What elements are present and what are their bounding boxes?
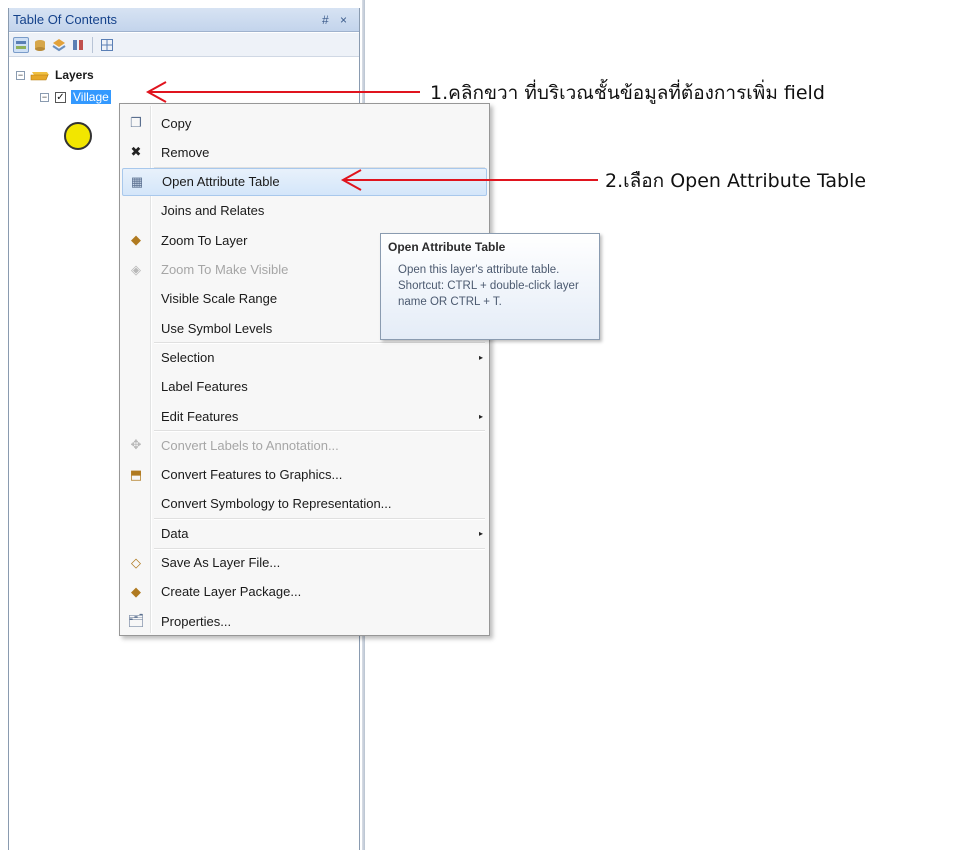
menu-item-create-layer-package[interactable]: ◆ Create Layer Package...	[122, 578, 487, 606]
menu-item-label: Use Symbol Levels	[161, 320, 273, 336]
list-by-selection-icon[interactable]	[70, 37, 86, 53]
remove-icon: ✖	[130, 144, 142, 160]
menu-item-label: Convert Symbology to Representation...	[161, 496, 392, 512]
layers-folder-icon	[30, 72, 49, 81]
list-by-source-icon[interactable]	[32, 37, 48, 53]
menu-item-remove[interactable]: ✖ Remove	[122, 138, 487, 166]
step2-annotation: 2.เลือก Open Attribute Table	[605, 170, 867, 192]
convert-labels-icon: ✥	[130, 437, 142, 453]
menu-item-label: Zoom To Layer	[161, 232, 248, 248]
toc-toolbar	[9, 33, 359, 57]
menu-item-open-attribute-table[interactable]: ▦ Open Attribute Table	[122, 167, 487, 196]
step1-annotation: 1.คลิกขวา ที่บริเวณชั้นข้อมูลที่ต้องการเ…	[430, 82, 825, 104]
menu-item-copy[interactable]: ❐ Copy	[122, 109, 487, 137]
convert-features-icon: ⬒	[129, 466, 143, 482]
save-layer-file-icon: ◇	[131, 554, 141, 570]
menu-item-label: Properties...	[161, 613, 232, 629]
layer-package-icon: ◆	[131, 583, 141, 599]
village-visibility-checkbox[interactable]: ✓	[55, 91, 66, 103]
toc-title: Table Of Contents	[13, 12, 118, 27]
menu-item-joins-and-relates[interactable]: Joins and Relates	[122, 197, 487, 225]
menu-item-convert-features-to-graphics[interactable]: ⬒ Convert Features to Graphics...	[122, 461, 487, 489]
menu-item-properties[interactable]: 🗂 Properties...	[122, 607, 487, 635]
menu-item-label: Visible Scale Range	[161, 291, 278, 307]
village-layer-label[interactable]: Village	[71, 90, 111, 104]
submenu-arrow-icon: ▸	[478, 528, 483, 538]
toc-title-bar: Table Of Contents # ×	[9, 8, 359, 32]
options-icon[interactable]	[99, 37, 115, 53]
toc-window-controls[interactable]: # ×	[322, 8, 351, 32]
table-icon: ▦	[130, 173, 144, 189]
tooltip-title: Open Attribute Table	[388, 240, 506, 254]
menu-item-label: Create Layer Package...	[161, 584, 302, 600]
menu-item-label: Edit Features	[161, 408, 239, 424]
menu-item-data[interactable]: Data ▸	[122, 519, 487, 547]
menu-item-save-as-layer-file[interactable]: ◇ Save As Layer File...	[122, 549, 487, 577]
submenu-arrow-icon: ▸	[478, 411, 483, 421]
tree-row-layers[interactable]: − Layers	[16, 68, 94, 82]
layers-label: Layers	[55, 68, 94, 82]
copy-icon: ❐	[130, 115, 142, 130]
menu-item-label: Convert Labels to Annotation...	[161, 437, 339, 453]
menu-item-selection[interactable]: Selection ▸	[122, 343, 487, 371]
menu-item-label: Data	[161, 525, 189, 541]
zoom-to-layer-icon: ◆	[131, 232, 141, 248]
menu-item-label: Copy	[161, 115, 192, 131]
zoom-to-make-visible-icon: ◈	[131, 261, 141, 277]
layer-context-menu: ❐ Copy ✖ Remove ▦ Open Attribute Table Joins a…	[119, 103, 490, 636]
open-attribute-table-tooltip: Open Attribute Table Open this layer's a…	[380, 233, 600, 340]
list-by-visibility-icon[interactable]	[51, 37, 67, 53]
submenu-arrow-icon: ▸	[478, 352, 483, 362]
menu-item-convert-symbology-to-representation[interactable]: Convert Symbology to Representation...	[122, 490, 487, 518]
menu-item-label: Save As Layer File...	[161, 555, 281, 570]
tooltip-body: Open this layer's attribute table. Short…	[398, 264, 579, 308]
properties-icon: 🗂	[127, 613, 145, 629]
menu-item-label: Convert Features to Graphics...	[161, 467, 343, 483]
menu-item-label: Label Features	[161, 379, 248, 395]
layers-collapse-icon[interactable]: −	[16, 70, 25, 80]
menu-item-label-features[interactable]: Label Features	[122, 373, 487, 401]
menu-item-label: Open Attribute Table	[162, 174, 280, 190]
menu-item-label: Selection	[161, 349, 215, 365]
village-point-symbol	[64, 122, 92, 150]
menu-item-edit-features[interactable]: Edit Features ▸	[122, 402, 487, 430]
menu-item-convert-labels-to-annotation: ✥ Convert Labels to Annotation...	[122, 431, 487, 459]
menu-item-label: Remove	[161, 144, 210, 160]
village-collapse-icon[interactable]: −	[40, 92, 49, 102]
toolbar-separator	[92, 36, 93, 53]
tree-row-village[interactable]: − ✓ Village	[40, 90, 111, 104]
menu-item-label: Zoom To Make Visible	[161, 262, 289, 277]
list-by-drawing-order-icon[interactable]	[13, 36, 29, 53]
menu-item-label: Joins and Relates	[161, 203, 265, 219]
